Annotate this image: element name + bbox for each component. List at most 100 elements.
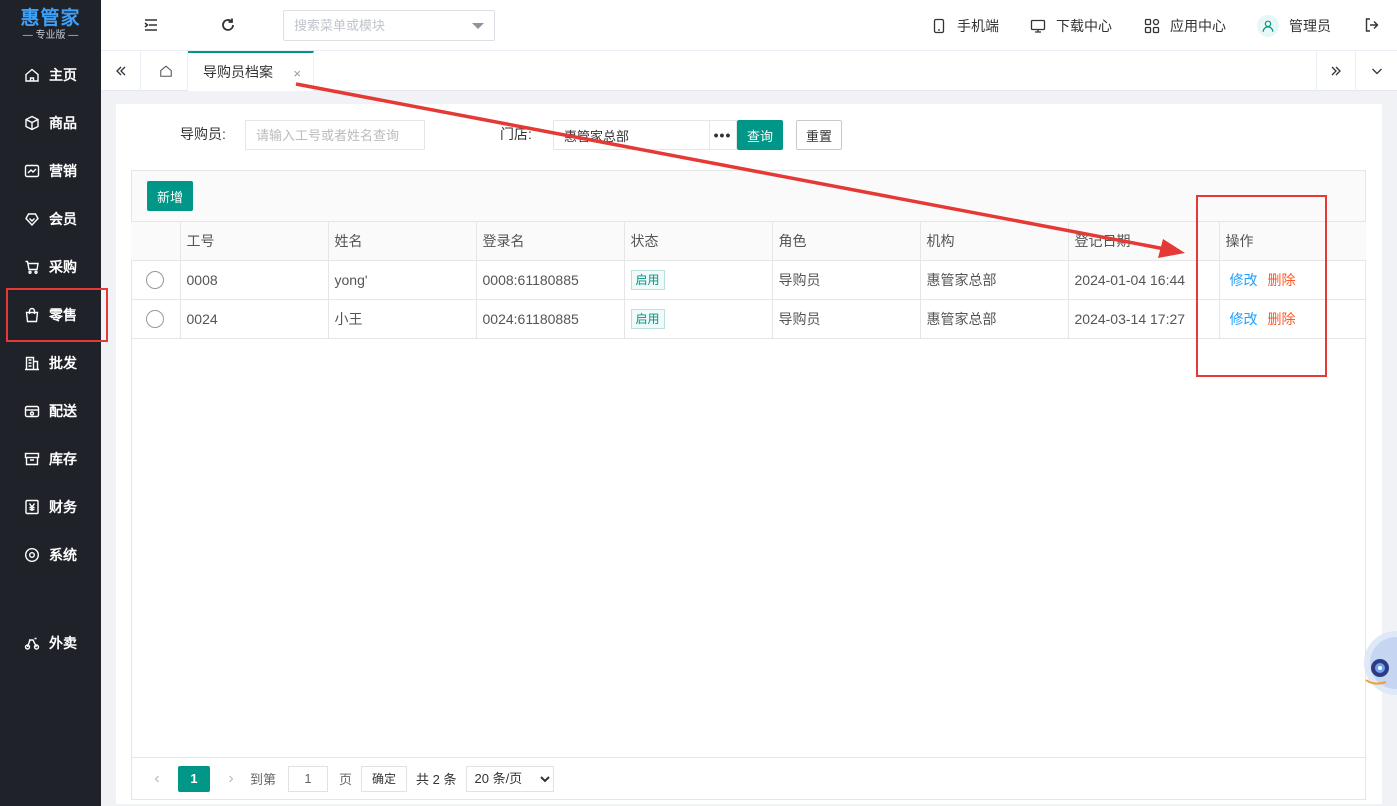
goto-page-input[interactable]: 1	[288, 765, 329, 792]
tabs-menu-dropdown-button[interactable]	[1357, 51, 1397, 91]
sidebar-item-finance[interactable]: 财务	[0, 483, 101, 531]
download-center-button[interactable]: 下载中心	[1030, 0, 1112, 51]
sidebar-item-label: 系统	[49, 547, 77, 563]
chevron-down-icon[interactable]	[472, 23, 484, 29]
delivery-icon	[24, 403, 40, 419]
table-row[interactable]: 0024 小王 0024:61180885 启用 导购员 惠管家总部 2024-…	[131, 299, 1366, 339]
status-badge: 启用	[630, 270, 665, 290]
mobile-button[interactable]: 手机端	[931, 0, 999, 51]
column-header-name[interactable]: 姓名	[327, 221, 477, 261]
menu-search-input[interactable]	[284, 11, 464, 40]
app-center-button[interactable]: 应用中心	[1144, 0, 1226, 51]
goto-label: 到第	[250, 772, 277, 787]
mobile-phone-icon	[931, 18, 947, 34]
apps-grid-icon	[1144, 18, 1160, 34]
edit-link[interactable]: 修改	[1230, 272, 1258, 288]
total-count: 共 2 条	[416, 772, 457, 787]
row-radio[interactable]	[146, 271, 164, 290]
status-badge: 启用	[630, 309, 665, 329]
sidebar-item-home[interactable]: 主页	[0, 51, 101, 99]
cell-date: 2024-03-14 17:27	[1067, 299, 1220, 339]
sidebar-item-system[interactable]: 系统	[0, 531, 101, 579]
cell-login: 0008:61180885	[475, 260, 625, 300]
store-select-field[interactable]	[553, 120, 710, 150]
cell-org: 惠管家总部	[919, 299, 1069, 339]
guide-search-field[interactable]	[245, 120, 425, 150]
scooter-icon	[24, 635, 40, 651]
refresh-icon[interactable]	[219, 16, 237, 34]
sidebar-item-inventory[interactable]: 库存	[0, 435, 101, 483]
query-button[interactable]: 查询	[737, 120, 783, 150]
tab-label: 导购员档案	[203, 64, 273, 80]
home-tab-button[interactable]	[144, 51, 188, 91]
menu-collapse-icon[interactable]	[142, 16, 160, 34]
guide-search-input[interactable]	[246, 121, 424, 149]
sidebar-item-label: 主页	[49, 67, 77, 83]
app-logo[interactable]: 惠管家 — 专业版 —	[0, 0, 101, 50]
store-filter-label: 门店:	[500, 126, 532, 142]
tabs-bar: 导购员档案 ×	[101, 51, 1397, 91]
main-content: 导购员: 门店: ••• 查询 重置 新增 工号 姓名 登录名 状态 角色	[116, 104, 1382, 804]
sidebar-item-takeout[interactable]: 外卖	[0, 619, 101, 667]
member-heart-icon	[24, 211, 40, 227]
guide-table: 工号 姓名 登录名 状态 角色 机构 登记日期 操作 0008 yong' 00…	[131, 221, 1366, 339]
prev-page-icon[interactable]: ‹	[146, 770, 168, 788]
sidebar: 惠管家 — 专业版 — 主页 商品 营销 会员 采购 零售 批发 配送 库存 财…	[0, 0, 108, 806]
assistant-robot-icon[interactable]	[1362, 628, 1397, 698]
table-row[interactable]: 0008 yong' 0008:61180885 启用 导购员 惠管家总部 20…	[131, 260, 1366, 300]
column-header-role[interactable]: 角色	[771, 221, 921, 261]
sidebar-item-products[interactable]: 商品	[0, 99, 101, 147]
column-header-id[interactable]: 工号	[179, 221, 329, 261]
close-icon[interactable]: ×	[293, 66, 301, 81]
guide-table-panel: 新增 工号 姓名 登录名 状态 角色 机构 登记日期 操作 0008 yong'…	[131, 170, 1366, 800]
row-radio[interactable]	[146, 310, 164, 329]
cell-id: 0024	[179, 299, 329, 339]
sidebar-item-wholesale[interactable]: 批发	[0, 339, 101, 387]
cell-name: 小王	[327, 299, 477, 339]
cell-date: 2024-01-04 16:44	[1067, 260, 1220, 300]
store-input[interactable]	[554, 121, 709, 149]
sidebar-item-purchase[interactable]: 采购	[0, 243, 101, 291]
app-center-label: 应用中心	[1170, 17, 1226, 34]
column-header-actions: 操作	[1218, 221, 1366, 261]
goto-confirm-button[interactable]: 确定	[361, 765, 408, 792]
tabs-scroll-right-button[interactable]	[1316, 51, 1356, 91]
home-icon	[24, 67, 40, 83]
page-size-select[interactable]: 20 条/页	[465, 765, 554, 792]
sidebar-item-retail[interactable]: 零售	[5, 287, 109, 343]
column-header-select	[131, 221, 181, 261]
sidebar-item-members[interactable]: 会员	[0, 195, 101, 243]
cart-icon	[24, 259, 40, 275]
tab-guide-archive[interactable]: 导购员档案 ×	[188, 51, 314, 91]
sidebar-item-label: 批发	[49, 355, 77, 371]
add-button[interactable]: 新增	[147, 181, 193, 211]
logout-icon[interactable]	[1363, 16, 1381, 34]
page-unit-label: 页	[339, 772, 353, 787]
sidebar-item-label: 商品	[49, 115, 77, 131]
logo-subtitle: — 专业版 —	[22, 30, 79, 41]
edit-link[interactable]: 修改	[1230, 311, 1258, 327]
user-menu[interactable]: 管理员	[1257, 0, 1331, 51]
building-icon	[24, 355, 40, 371]
sidebar-item-marketing[interactable]: 营销	[0, 147, 101, 195]
delete-link[interactable]: 删除	[1268, 272, 1296, 288]
inventory-icon	[24, 451, 40, 467]
column-header-date[interactable]: 登记日期	[1067, 221, 1220, 261]
double-chevron-right-icon	[1329, 64, 1343, 78]
current-page-button[interactable]: 1	[178, 765, 210, 792]
column-header-login[interactable]: 登录名	[475, 221, 625, 261]
delete-link[interactable]: 删除	[1268, 311, 1296, 327]
reset-button[interactable]: 重置	[796, 120, 842, 150]
cell-role: 导购员	[771, 260, 921, 300]
column-header-status[interactable]: 状态	[623, 221, 773, 261]
cell-role: 导购员	[771, 299, 921, 339]
menu-search-select[interactable]	[283, 10, 495, 41]
sidebar-item-label: 库存	[49, 451, 77, 467]
sidebar-item-label: 零售	[49, 307, 77, 323]
sidebar-item-distribution[interactable]: 配送	[0, 387, 101, 435]
column-header-org[interactable]: 机构	[919, 221, 1069, 261]
pagination: ‹ 1 › 到第 1 页 确定 共 2 条 20 条/页	[132, 757, 1365, 799]
store-picker-button[interactable]: •••	[709, 120, 737, 150]
tabs-scroll-left-button[interactable]	[101, 51, 141, 91]
next-page-icon[interactable]: ›	[220, 770, 242, 788]
